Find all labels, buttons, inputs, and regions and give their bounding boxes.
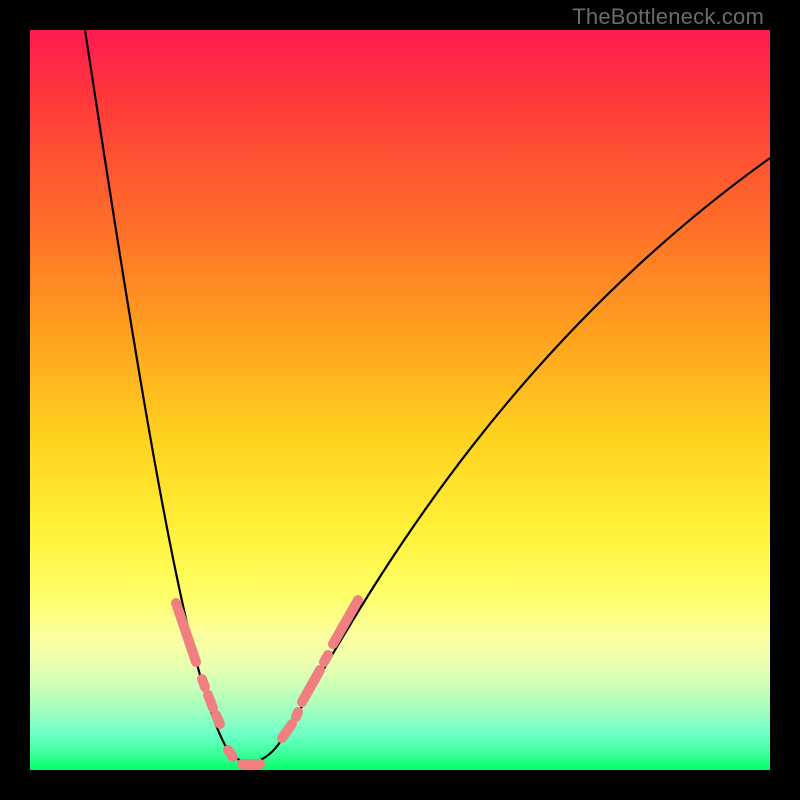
marker-seg xyxy=(302,670,320,702)
marker-seg xyxy=(282,724,292,738)
marker-seg xyxy=(333,600,358,644)
marker-seg xyxy=(296,712,298,717)
curve-markers xyxy=(176,600,358,764)
marker-seg xyxy=(202,679,205,687)
marker-seg xyxy=(324,655,328,662)
watermark-text: TheBottleneck.com xyxy=(572,4,764,30)
marker-seg xyxy=(228,750,233,757)
marker-seg xyxy=(176,603,196,662)
marker-seg xyxy=(208,695,213,708)
chart-svg xyxy=(30,30,770,770)
marker-seg xyxy=(216,715,220,724)
chart-area xyxy=(30,30,770,770)
